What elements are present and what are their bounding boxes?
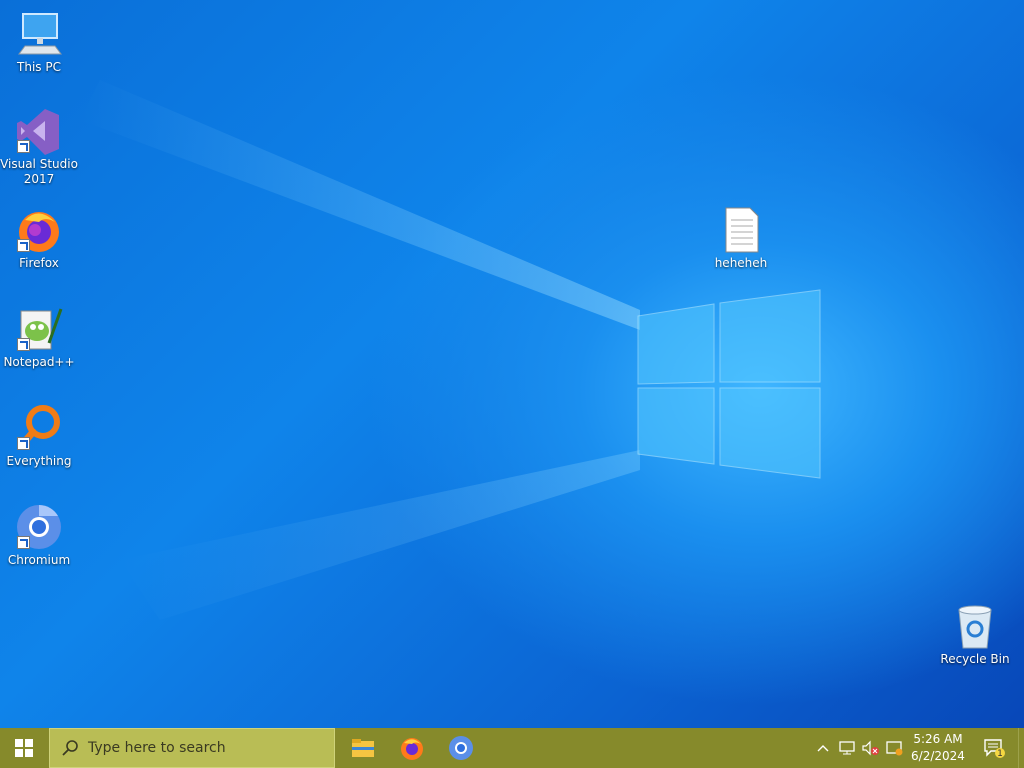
- search-icon: [62, 740, 78, 756]
- shortcut-arrow-icon: [17, 239, 30, 252]
- shortcut-arrow-icon: [17, 536, 30, 549]
- network-tray-button[interactable]: [836, 728, 858, 768]
- taskbar-firefox[interactable]: [388, 728, 436, 768]
- everything-icon: [15, 404, 63, 452]
- desktop-icon-label: Everything: [6, 454, 72, 468]
- recycle-bin-icon: [951, 602, 999, 650]
- desktop-icon-visual-studio[interactable]: Visual Studio 2017: [0, 107, 78, 187]
- desktop-icon-label: Visual Studio 2017: [0, 157, 78, 186]
- firefox-icon: [401, 738, 423, 760]
- desktop-icon-label: Firefox: [19, 256, 59, 270]
- windows-logo-wallpaper: [637, 289, 821, 479]
- wallpaper-light-beams: [80, 80, 640, 620]
- show-desktop-button[interactable]: [1018, 728, 1024, 768]
- desktop-icon-text-file[interactable]: heheheh: [702, 206, 780, 271]
- notepad-plus-plus-icon: [15, 305, 63, 353]
- network-icon: [839, 741, 855, 755]
- text-file-icon: [717, 206, 765, 254]
- taskbar-chromium[interactable]: [437, 728, 485, 768]
- desktop-icon-everything[interactable]: Everything: [0, 404, 78, 469]
- volume-muted-icon: [862, 740, 879, 756]
- shortcut-arrow-icon: [17, 437, 30, 450]
- desktop-icon-label: heheheh: [714, 256, 768, 270]
- notification-count-badge: 1: [997, 749, 1003, 759]
- action-center-tray-button[interactable]: [883, 728, 905, 768]
- volume-tray-button[interactable]: [859, 728, 881, 768]
- taskbar-clock[interactable]: 5:26 AM 6/2/2024: [904, 728, 972, 768]
- chromium-icon: [449, 736, 473, 760]
- chromium-icon: [15, 503, 63, 551]
- taskbar-search-box[interactable]: Type here to search: [49, 728, 335, 768]
- file-explorer-icon: [352, 739, 374, 757]
- desktop-icon-label: Notepad++: [3, 355, 75, 369]
- desktop[interactable]: This PC Visual Studio 2017 Firefox Notep…: [0, 0, 1024, 728]
- clock-time: 5:26 AM: [913, 732, 963, 746]
- visual-studio-icon: [15, 107, 63, 155]
- shortcut-arrow-icon: [17, 338, 30, 351]
- shortcut-arrow-icon: [17, 140, 30, 153]
- desktop-icon-firefox[interactable]: Firefox: [0, 206, 78, 271]
- desktop-icon-label: This PC: [17, 60, 61, 74]
- notifications-button[interactable]: 1: [980, 728, 1008, 768]
- search-placeholder: Type here to search: [88, 740, 226, 756]
- desktop-icon-label: Recycle Bin: [940, 652, 1010, 666]
- taskbar: Type here to search 5:26 AM 6/2/2024 1: [0, 728, 1024, 768]
- firefox-icon: [15, 206, 63, 254]
- desktop-icon-label: Chromium: [7, 553, 71, 567]
- start-button[interactable]: [0, 728, 48, 768]
- clock-date: 6/2/2024: [911, 749, 965, 763]
- desktop-icon-chromium[interactable]: Chromium: [0, 503, 78, 568]
- windows-start-icon: [15, 739, 33, 757]
- taskbar-file-explorer[interactable]: [339, 728, 387, 768]
- desktop-icon-this-pc[interactable]: This PC: [0, 10, 78, 75]
- this-pc-icon: [15, 10, 63, 58]
- desktop-icon-notepad-plus-plus[interactable]: Notepad++: [0, 305, 78, 370]
- show-hidden-icons-button[interactable]: [812, 728, 834, 768]
- desktop-icon-recycle-bin[interactable]: Recycle Bin: [936, 602, 1014, 667]
- action-center-icon: [886, 741, 903, 756]
- chevron-up-icon: [817, 745, 829, 752]
